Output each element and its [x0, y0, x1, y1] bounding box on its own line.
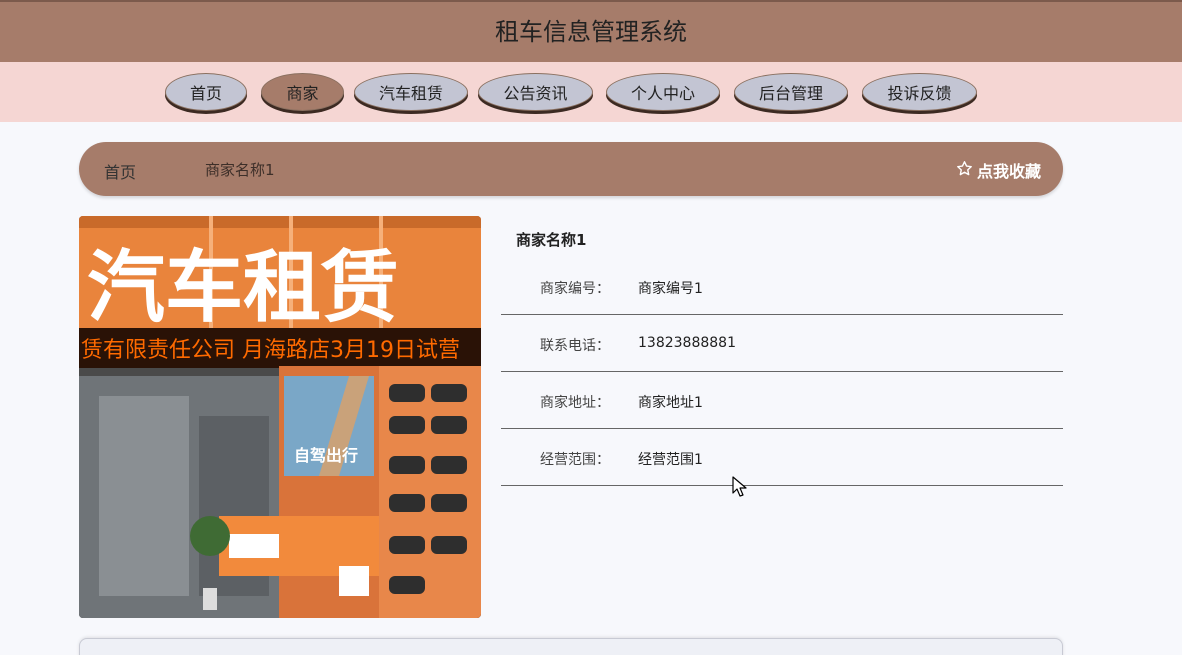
detail-label: 商家编号： — [540, 281, 610, 297]
nav-item-announcements[interactable]: 公告资讯 — [478, 73, 593, 111]
detail-value: 经营范围1 — [638, 452, 703, 468]
detail-label: 联系电话： — [540, 338, 610, 354]
content-card — [79, 638, 1063, 655]
merchant-photo: 汽车租赁 赁有限责任公司 月海路店3月19日试营 自驾出行 — [79, 216, 481, 618]
led-text: 赁有限责任公司 月海路店3月19日试营 — [81, 338, 460, 363]
site-header: 租车信息管理系统 — [0, 0, 1182, 62]
detail-label: 商家地址： — [540, 395, 610, 411]
sign-text: 汽车租赁 — [87, 243, 399, 333]
detail-label: 经营范围： — [540, 452, 610, 468]
detail-row-merchant-id: 商家编号： 商家编号1 — [501, 258, 1063, 315]
site-title: 租车信息管理系统 — [495, 18, 687, 46]
detail-row-business-scope: 经营范围： 经营范围1 — [501, 429, 1063, 486]
merchant-name: 商家名称1 — [516, 231, 587, 249]
favorite-button[interactable]: 点我收藏 — [956, 158, 1041, 182]
detail-value: 商家编号1 — [638, 281, 703, 297]
nav-item-home[interactable]: 首页 — [165, 73, 247, 111]
star-outline-icon — [956, 160, 973, 181]
breadcrumb: 首页 商家名称1 点我收藏 — [79, 142, 1063, 196]
detail-row-phone: 联系电话： 13823888881 — [501, 315, 1063, 372]
mouse-cursor-icon — [732, 476, 747, 497]
detail-value: 13823888881 — [638, 335, 736, 351]
nav-item-admin[interactable]: 后台管理 — [734, 73, 848, 111]
main-nav: 首页 商家 汽车租赁 公告资讯 个人中心 后台管理 投诉反馈 — [0, 62, 1182, 122]
breadcrumb-home[interactable]: 首页 — [104, 159, 136, 183]
nav-item-personal-center[interactable]: 个人中心 — [606, 73, 720, 111]
detail-value: 商家地址1 — [638, 395, 703, 411]
nav-item-merchants[interactable]: 商家 — [261, 73, 344, 111]
detail-row-address: 商家地址： 商家地址1 — [501, 372, 1063, 429]
nav-item-complaints[interactable]: 投诉反馈 — [862, 73, 977, 111]
nav-item-car-rental[interactable]: 汽车租赁 — [354, 73, 468, 111]
poster-text: 自驾出行 — [294, 446, 358, 465]
favorite-label: 点我收藏 — [976, 162, 1041, 181]
breadcrumb-current: 商家名称1 — [205, 161, 275, 179]
